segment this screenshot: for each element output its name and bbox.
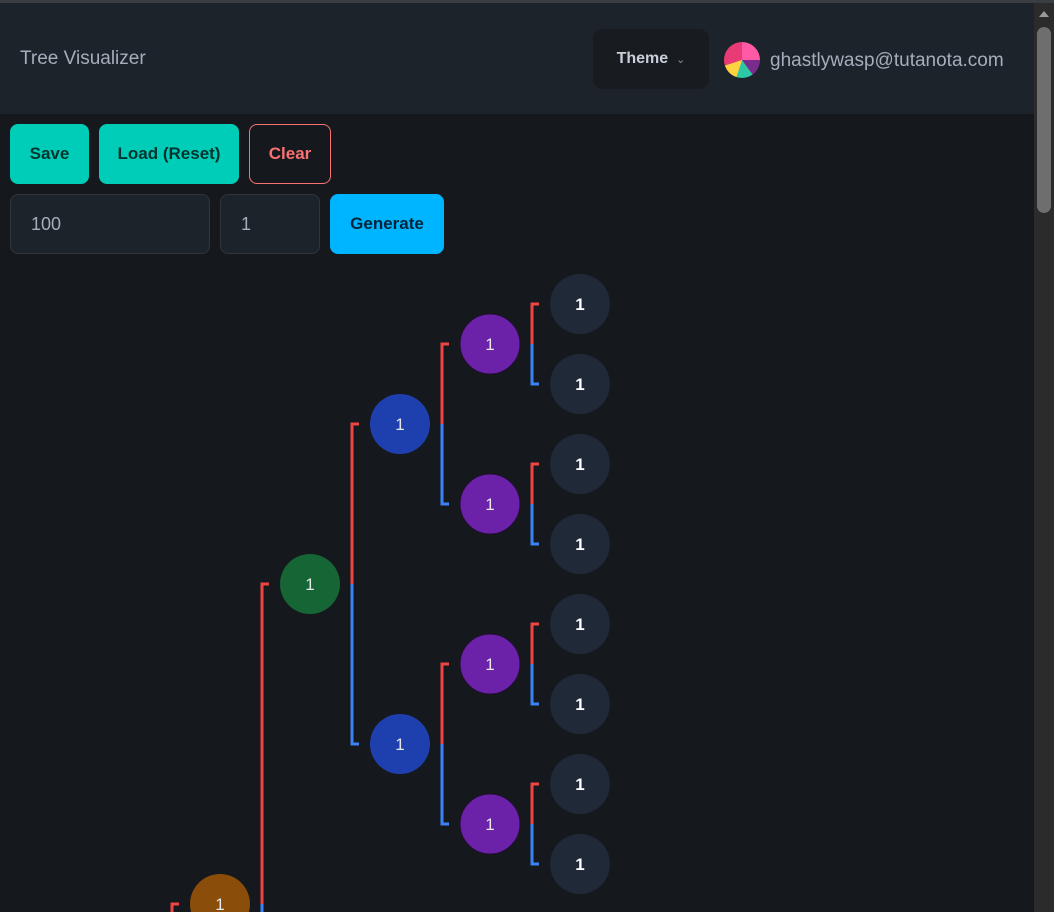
node-value: 1 [395,415,404,434]
tree-node[interactable]: 1 [550,354,610,414]
tree-node[interactable]: 1 [459,633,521,695]
tree-node[interactable]: 1 [280,554,340,614]
node-value: 1 [575,455,584,474]
node-value: 1 [485,655,494,674]
node-value: 1 [215,895,224,912]
tree-node[interactable]: 1 [550,594,610,654]
tree-node[interactable]: 1 [459,793,521,855]
node-value: 1 [575,375,584,394]
tree-node[interactable]: 1 [370,714,430,774]
node-value: 1 [575,535,584,554]
node-value: 1 [305,575,314,594]
node-value: 1 [395,735,404,754]
tree-node[interactable]: 1 [550,274,610,334]
tree-node[interactable]: 1 [190,874,250,912]
scrollbar-thumb[interactable] [1037,27,1051,213]
node-value: 1 [575,615,584,634]
node-value: 1 [575,775,584,794]
node-value: 1 [575,855,584,874]
tree-node[interactable]: 1 [459,473,521,535]
tree-node[interactable]: 1 [550,514,610,574]
node-value: 1 [575,295,584,314]
node-value: 1 [485,815,494,834]
scroll-up-icon[interactable] [1039,11,1049,17]
tree-node[interactable]: 1 [550,434,610,494]
node-value: 1 [485,495,494,514]
node-value: 1 [485,335,494,354]
tree-canvas: 1 1 1 1 1 1 1 1 1 1 1 1 1 1 1 1 [170,274,610,912]
tree-node[interactable]: 1 [550,754,610,814]
page-scrollbar[interactable] [1034,3,1054,912]
node-value: 1 [575,695,584,714]
tree-node[interactable]: 1 [550,834,610,894]
tree-node[interactable]: 1 [550,674,610,734]
tree-node[interactable]: 1 [370,394,430,454]
tree-node[interactable]: 1 [459,313,521,375]
